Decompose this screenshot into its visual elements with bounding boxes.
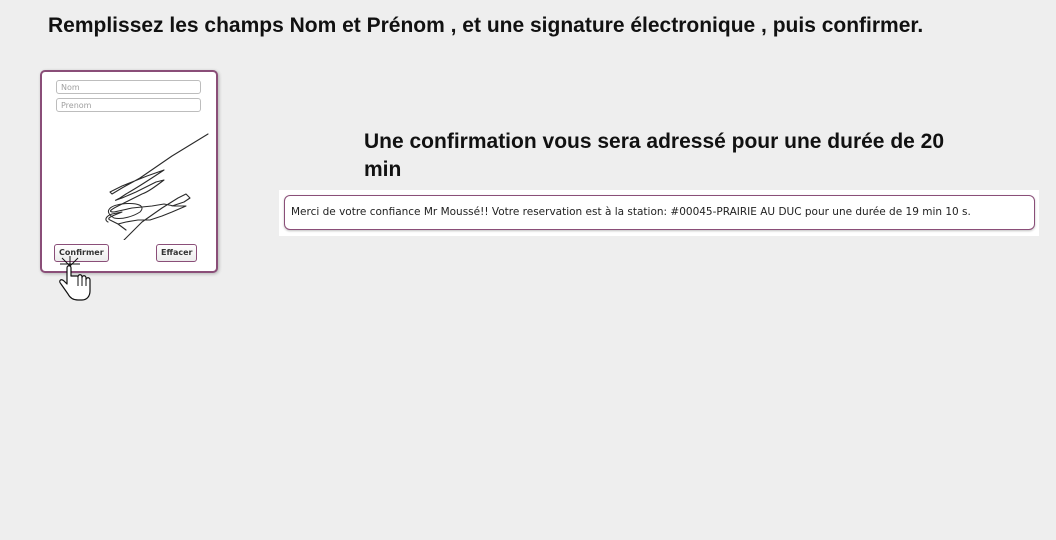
prenom-input[interactable] — [56, 98, 201, 112]
clear-button[interactable]: Effacer — [156, 244, 198, 262]
signature-canvas[interactable] — [52, 120, 212, 240]
reservation-notice: Merci de votre confiance Mr Moussé!! Vot… — [279, 190, 1039, 236]
confirmation-heading: Une confirmation vous sera adressé pour … — [364, 130, 945, 181]
reservation-notice-text: Merci de votre confiance Mr Moussé!! Vot… — [284, 195, 1035, 230]
nom-input[interactable] — [56, 80, 201, 94]
instruction-text: Remplissez les champs Nom et Prénom , et… — [48, 14, 924, 37]
page: Remplissez les champs Nom et Prénom , et… — [0, 0, 1056, 540]
signature-form-panel: Confirmer Effacer — [40, 70, 218, 273]
hand-pointer-icon — [59, 256, 91, 301]
signature-loop — [107, 203, 143, 219]
signature-stroke — [105, 133, 209, 240]
